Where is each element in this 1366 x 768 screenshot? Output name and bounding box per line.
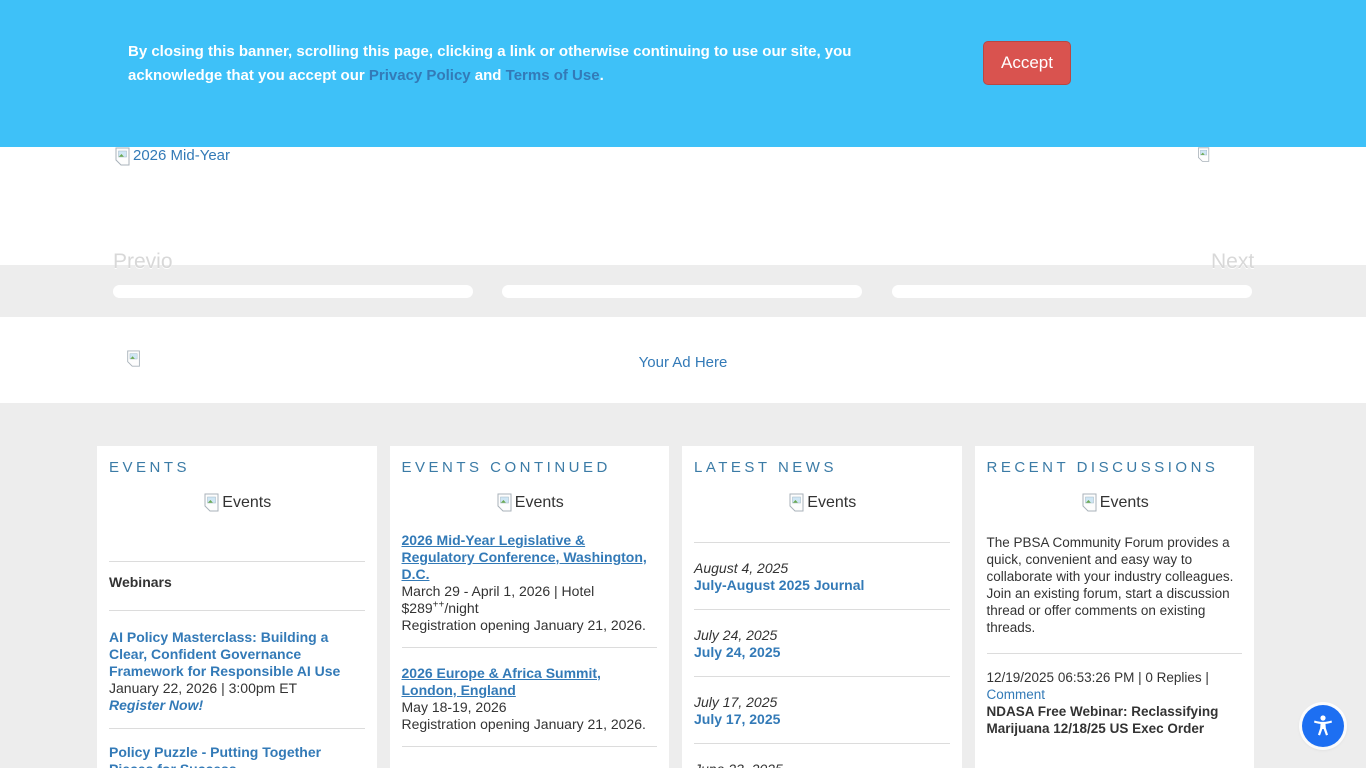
cookie-message-line2-prefix: acknowledge that you accept our [128, 67, 369, 84]
carousel-indicator-3[interactable] [892, 285, 1252, 298]
carousel-indicator-1[interactable] [113, 285, 473, 298]
events-header: EVENTS [109, 459, 191, 476]
carousel-indicator-2[interactable] [502, 285, 862, 298]
recent-discussions-header: RECENT DISCUSSIONS [986, 459, 1219, 476]
news-date: June 23, 2025 [694, 761, 950, 768]
comment-link[interactable]: Comment [987, 687, 1046, 702]
webinars-label: Webinars [109, 574, 172, 590]
discussion-meta: 12/19/2025 06:53:26 PM | 0 Replies | Com… [987, 669, 1243, 703]
event-date: January 22, 2026 | 3:00pm ET [109, 680, 298, 696]
latest-news-image-placeholder: Events [694, 493, 950, 513]
terms-of-use-link[interactable]: Terms of Use [506, 67, 600, 84]
latest-news-image-alt: Events [807, 494, 857, 511]
event-price-prefix: March 29 - April 1, 2026 | Hotel $289 [401, 583, 595, 616]
discussions-image-alt: Events [1099, 494, 1149, 511]
news-date: July 17, 2025 [694, 694, 778, 710]
news-link[interactable]: July-August 2025 Journal [694, 577, 950, 594]
events-continued-image-alt: Events [514, 494, 564, 511]
event-registration-note: Registration opening January 21, 2026. [401, 617, 646, 633]
accessibility-widget-button[interactable] [1302, 705, 1344, 747]
news-item: July 24, 2025 July 24, 2025 [694, 610, 950, 676]
event-link-midyear-conference[interactable]: 2026 Mid-Year Legislative & Regulatory C… [402, 532, 658, 583]
carousel-previous-button[interactable]: Previo [113, 250, 173, 274]
event-price-line: March 29 - April 1, 2026 | Hotel $289++/… [402, 583, 658, 617]
event-price-sup: ++ [432, 599, 445, 611]
latest-news-header: LATEST NEWS [694, 459, 837, 476]
news-item: June 23, 2025 [694, 744, 950, 768]
accessibility-person-icon [1313, 715, 1333, 736]
privacy-policy-link[interactable]: Privacy Policy [369, 67, 471, 84]
accept-button[interactable]: Accept [983, 41, 1071, 85]
event-price-suffix: /night [444, 600, 479, 616]
events-card: EVENTS Events Webinars AI Policy Masterc… [97, 446, 377, 768]
cookie-consent-message: By closing this banner, scrolling this p… [128, 40, 983, 88]
forum-intro-text: The PBSA Community Forum provides a quic… [986, 535, 1234, 635]
event-registration-note: Registration opening January 21, 2026. [401, 716, 646, 732]
news-link[interactable]: July 24, 2025 [694, 644, 950, 661]
discussion-timestamp: 12/19/2025 06:53:26 PM | 0 Replies | [986, 670, 1209, 685]
carousel-slide-link[interactable]: 2026 Mid-Year [113, 147, 230, 167]
broken-image-icon [127, 350, 140, 367]
events-image-placeholder: Events [109, 493, 365, 513]
news-item: July 17, 2025 July 17, 2025 [694, 677, 950, 743]
broken-image-icon [115, 147, 130, 166]
cookie-consent-banner: By closing this banner, scrolling this p… [0, 0, 1366, 147]
carousel-next-button[interactable]: Next [1211, 250, 1254, 274]
discussion-title: NDASA Free Webinar: Reclassifying Mariju… [986, 704, 1219, 736]
news-date: August 4, 2025 [694, 560, 789, 576]
news-item: August 4, 2025 July-August 2025 Journal [694, 543, 950, 609]
events-image-alt: Events [222, 494, 272, 511]
latest-news-card: LATEST NEWS Events August 4, 2025 July-A… [682, 446, 962, 768]
broken-image-icon [497, 493, 512, 512]
events-continued-image-placeholder: Events [402, 493, 658, 513]
broken-image-icon [789, 493, 804, 512]
content-columns: EVENTS Events Webinars AI Policy Masterc… [0, 403, 1366, 768]
news-date: July 24, 2025 [694, 627, 778, 643]
broken-image-icon [1082, 493, 1097, 512]
event-link-europe-africa-summit[interactable]: 2026 Europe & Africa Summit, London, Eng… [402, 665, 658, 699]
carousel-slide-label: 2026 Mid-Year [133, 147, 231, 164]
event-link-ai-policy-masterclass[interactable]: AI Policy Masterclass: Building a Clear,… [109, 629, 365, 680]
event-date: May 18-19, 2026 [401, 699, 507, 715]
discussions-image-placeholder: Events [987, 493, 1243, 513]
recent-discussions-card: RECENT DISCUSSIONS Events The PBSA Commu… [974, 446, 1254, 768]
broken-image-icon [204, 493, 219, 512]
news-link[interactable]: July 17, 2025 [694, 711, 950, 728]
your-ad-here-link[interactable]: Your Ad Here [0, 317, 1366, 371]
event-link-policy-puzzle[interactable]: Policy Puzzle - Putting Together Pieces … [109, 744, 365, 768]
cookie-message-line1: By closing this banner, scrolling this p… [128, 43, 852, 60]
cookie-message-period: . [599, 67, 604, 84]
ad-strip: Your Ad Here [0, 317, 1366, 403]
register-now-link[interactable]: Register Now! [109, 697, 365, 714]
cookie-message-and: and [470, 67, 506, 84]
broken-image-icon [1198, 147, 1210, 162]
hero-carousel: 2026 Mid-Year Previo Next [0, 147, 1366, 317]
events-continued-card: EVENTS CONTINUED Events 2026 Mid-Year Le… [389, 446, 669, 768]
events-continued-header: EVENTS CONTINUED [401, 459, 611, 476]
